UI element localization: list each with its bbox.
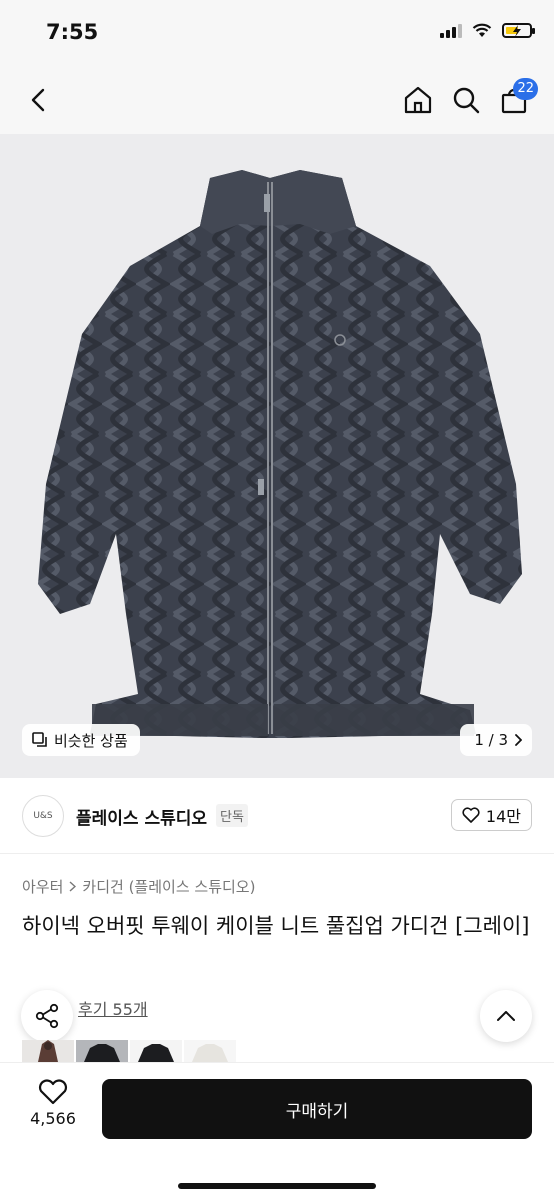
back-button[interactable] — [18, 80, 58, 120]
copy-icon — [32, 732, 47, 747]
color-thumbnail[interactable] — [130, 1040, 182, 1062]
color-thumbnails — [22, 1040, 236, 1062]
share-icon — [35, 1003, 59, 1029]
wish-count: 4,566 — [30, 1109, 76, 1128]
cart-button[interactable]: 22 — [494, 78, 538, 120]
search-icon — [453, 87, 480, 114]
battery-icon — [502, 22, 535, 38]
heart-icon — [462, 807, 480, 823]
chevron-left-icon — [31, 88, 45, 112]
heart-icon — [38, 1079, 68, 1105]
brand-like-button[interactable]: 14만 — [450, 799, 532, 831]
signal-icon — [440, 22, 462, 38]
top-navigation: 22 — [0, 66, 554, 134]
brand-row: U&S 플레이스 스튜디오 단독 14만 — [0, 778, 554, 854]
product-image — [38, 170, 522, 738]
chevron-right-icon — [515, 734, 522, 746]
share-button[interactable] — [21, 990, 73, 1042]
breadcrumb: 아우터 카디건 (플레이스 스튜디오) — [22, 876, 255, 897]
brand-like-count: 14만 — [485, 807, 521, 826]
bottom-purchase-bar: 4,566 구매하기 — [0, 1062, 554, 1200]
status-bar: 7:55 — [0, 0, 554, 66]
breadcrumb-category[interactable]: 아우터 — [22, 876, 63, 897]
similar-products-label: 비슷한 상품 — [54, 731, 128, 750]
search-button[interactable] — [446, 80, 486, 120]
page-indicator-text: 1 / 3 — [474, 731, 508, 749]
wifi-icon — [472, 23, 492, 37]
similar-products-button[interactable]: 비슷한 상품 — [22, 724, 140, 756]
color-thumbnail[interactable] — [184, 1040, 236, 1062]
color-thumbnail[interactable] — [22, 1040, 74, 1062]
status-icons — [440, 22, 535, 38]
product-image-gallery[interactable]: 비슷한 상품 1 / 3 — [0, 134, 554, 778]
chevron-right-icon — [69, 881, 77, 892]
chevron-up-icon — [497, 1011, 515, 1021]
review-link[interactable]: 후기 55개 — [78, 996, 148, 1020]
status-time: 7:55 — [46, 20, 99, 44]
brand-logo-text: U&S — [33, 811, 53, 821]
breadcrumb-subcategory[interactable]: 카디건 (플레이스 스튜디오) — [82, 876, 255, 897]
cart-badge: 22 — [513, 78, 538, 100]
brand-logo[interactable]: U&S — [22, 795, 64, 837]
scroll-top-button[interactable] — [480, 990, 532, 1042]
home-button[interactable] — [398, 80, 438, 120]
color-thumbnail[interactable] — [76, 1040, 128, 1062]
brand-name[interactable]: 플레이스 스튜디오 — [76, 804, 207, 829]
product-title: 하이넥 오버핏 투웨이 케이블 니트 풀집업 가디건 [그레이] — [22, 914, 530, 938]
wish-button[interactable]: 4,566 — [22, 1079, 84, 1128]
home-icon — [404, 86, 432, 114]
buy-button[interactable]: 구매하기 — [102, 1079, 532, 1139]
image-page-indicator[interactable]: 1 / 3 — [460, 724, 532, 756]
exclusive-tag: 단독 — [216, 804, 248, 827]
home-indicator — [178, 1183, 376, 1189]
